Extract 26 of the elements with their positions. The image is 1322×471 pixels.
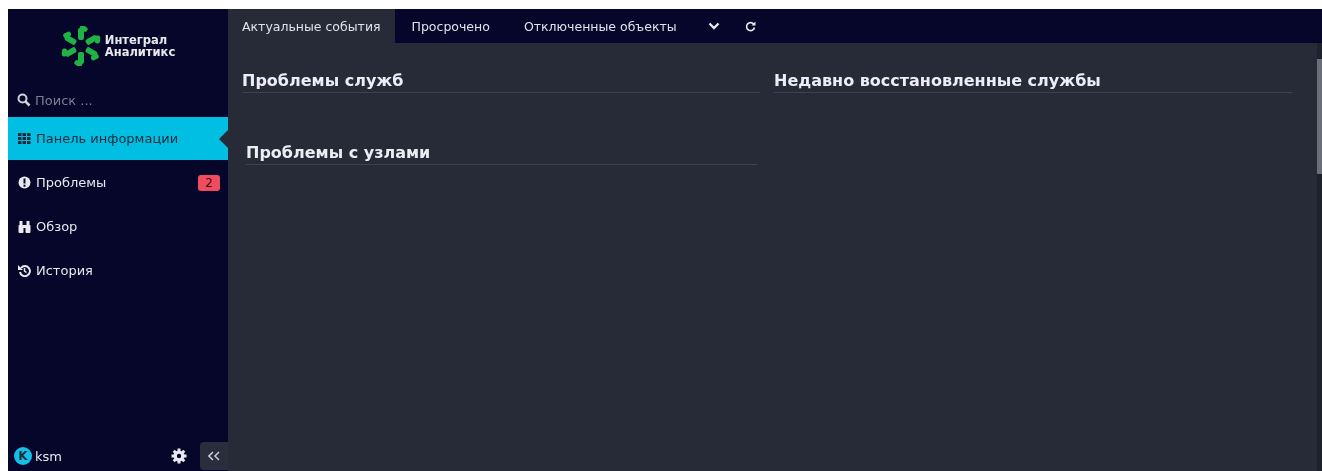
section-heading: Недавно восстановленные службы [774,71,1292,93]
chevron-down-icon [707,22,720,30]
logo-icon [60,26,101,66]
nav-item[interactable]: Панель информации [8,117,228,160]
tab[interactable]: Просрочено [394,9,507,43]
double-chevron-icon [208,451,220,461]
grid-icon [18,132,31,145]
user-avatar: K [14,447,32,465]
history-icon [18,264,31,277]
nav-item[interactable]: История [8,249,228,292]
collapse-button[interactable] [200,442,228,470]
search-icon [17,93,31,107]
exclamation-icon [18,176,31,189]
nav-item[interactable]: Проблемы 2 [8,161,228,204]
tab[interactable]: Актуальные события [228,9,395,43]
binoculars-icon [18,220,31,233]
settings-icon[interactable] [171,448,187,464]
brand-name: Интеграл Аналитикс [104,34,176,58]
section-heading: Проблемы с узлами [246,143,757,165]
user-name: ksm [35,448,62,464]
search-field[interactable]: Поиск ... [35,92,185,108]
refresh-icon [744,20,756,32]
count-badge: 2 [198,174,220,191]
tab[interactable]: Отключенные объекты [506,9,694,43]
section-heading: Проблемы служб [242,71,760,93]
nav-item[interactable]: Обзор [8,205,228,248]
